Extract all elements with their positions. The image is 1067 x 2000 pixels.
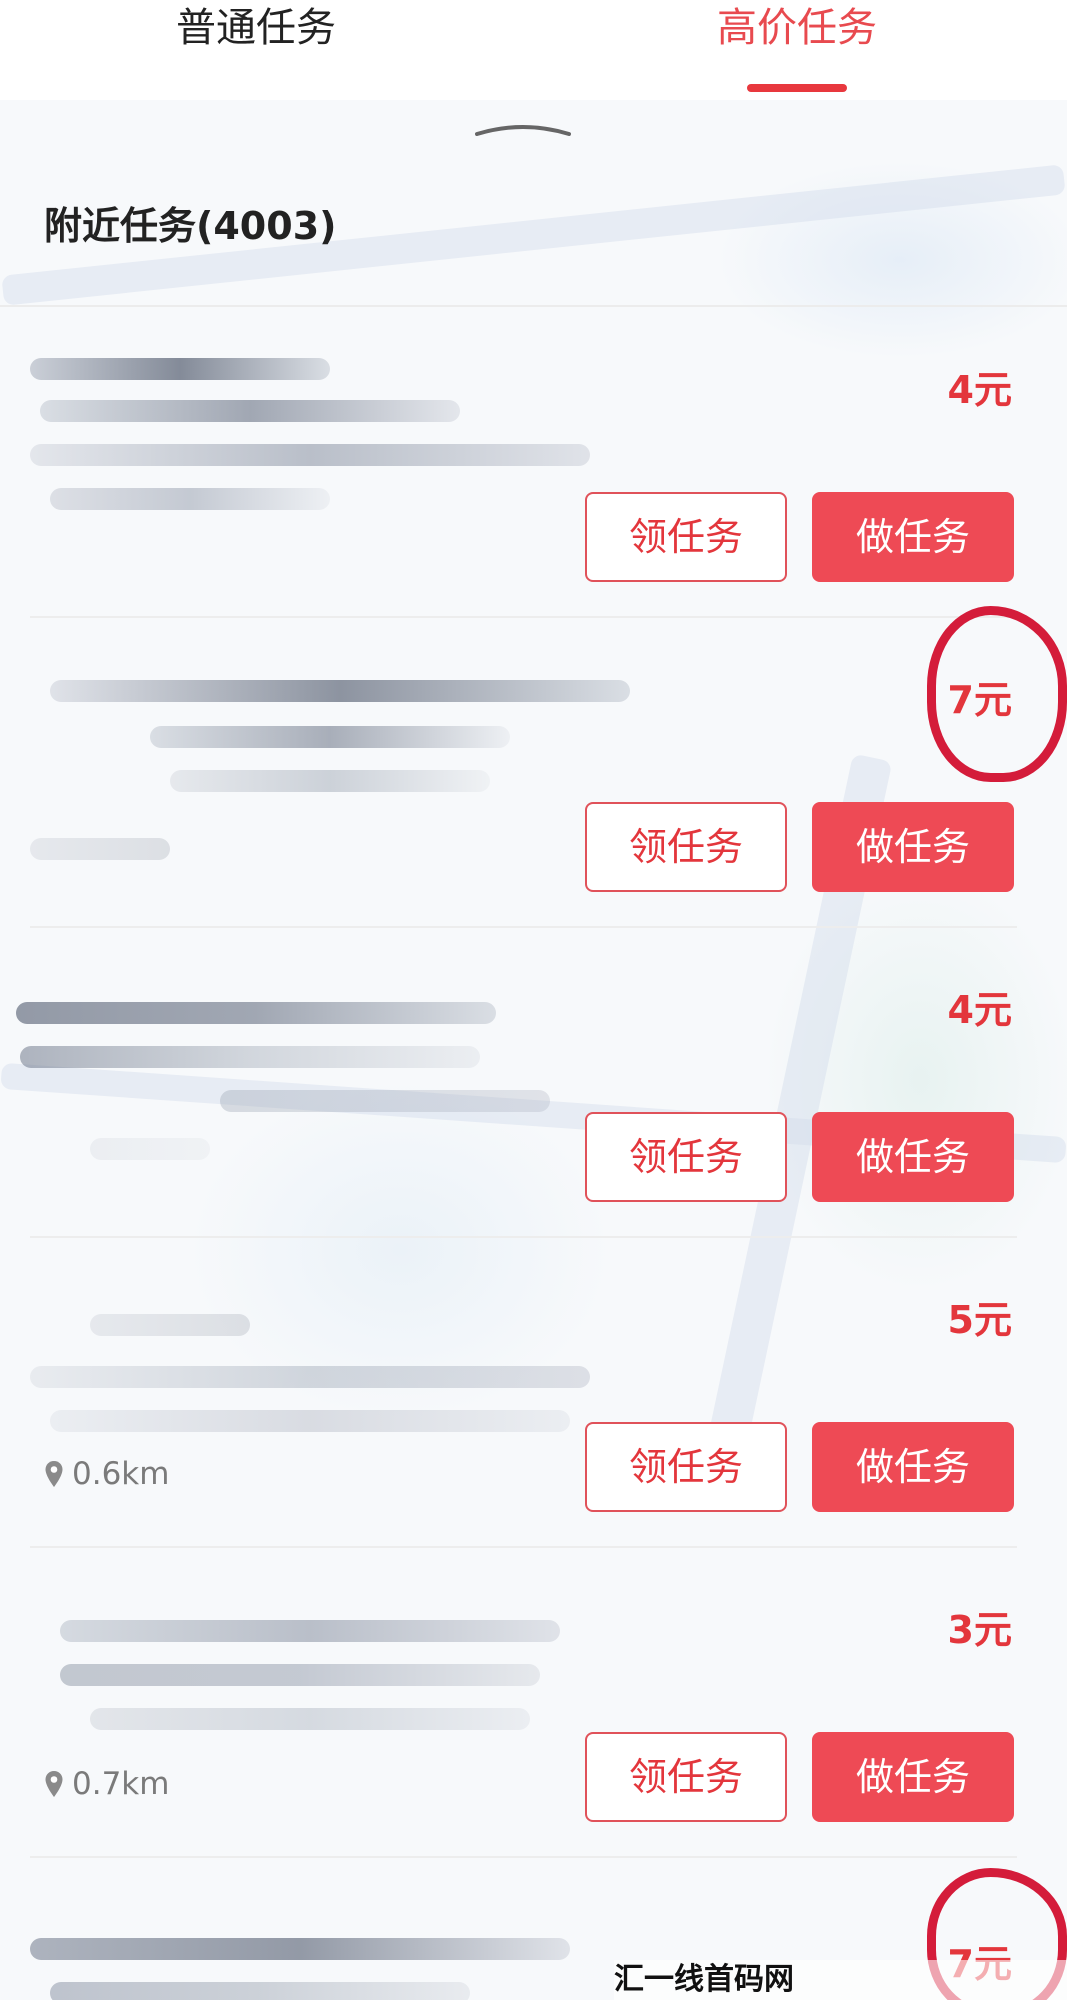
- distance-value: 0.7km: [72, 1766, 170, 1802]
- header-divider: [0, 305, 1067, 307]
- card-divider: [30, 1856, 1017, 1858]
- redacted-task-info: [30, 340, 630, 540]
- card-divider: [30, 1546, 1017, 1548]
- card-divider: [30, 1236, 1017, 1238]
- do-task-button[interactable]: 做任务: [812, 1732, 1014, 1822]
- distance-value: 0.6km: [72, 1456, 170, 1492]
- card-divider: [30, 616, 1017, 618]
- claim-task-button[interactable]: 领任务: [585, 492, 787, 582]
- task-price: 5元: [947, 1298, 1012, 1342]
- active-tab-indicator: [747, 84, 847, 92]
- claim-task-button[interactable]: 领任务: [585, 1112, 787, 1202]
- claim-task-button[interactable]: 领任务: [585, 1732, 787, 1822]
- task-price: 4元: [947, 988, 1012, 1032]
- redacted-task-info: [16, 960, 630, 1160]
- task-list-screen: 普通任务 高价任务 附近任务(4003) 4元 领任务 做任务 7元 领任务 做…: [0, 0, 1067, 2000]
- task-card: 4元 领任务 做任务: [0, 310, 1067, 618]
- task-distance: 0.6km: [44, 1454, 169, 1494]
- task-card: 5元 0.6km 领任务 做任务: [0, 1240, 1067, 1548]
- claim-task-button[interactable]: 领任务: [585, 1422, 787, 1512]
- task-price: 4元: [947, 368, 1012, 412]
- task-card: 7元 领任务 做任务: [0, 606, 1067, 928]
- tab-high-price-tasks[interactable]: 高价任务: [647, 2, 947, 54]
- do-task-button[interactable]: 做任务: [812, 492, 1014, 582]
- chevron-up-handle-icon[interactable]: [475, 124, 571, 136]
- do-task-button[interactable]: 做任务: [812, 1112, 1014, 1202]
- red-circle-annotation: [927, 606, 1067, 782]
- claim-task-button[interactable]: 领任务: [585, 802, 787, 892]
- nearby-tasks-title: 附近任务(4003): [44, 204, 337, 248]
- task-card: 3元 0.7km 领任务 做任务: [0, 1550, 1067, 1858]
- do-task-button[interactable]: 做任务: [812, 802, 1014, 892]
- watermark-text: 汇一线首码网 www.huiyixian.com: [614, 1960, 1067, 2000]
- task-distance: 0.7km: [44, 1764, 169, 1804]
- redacted-task-info: [30, 650, 630, 860]
- tab-normal-tasks[interactable]: 普通任务: [106, 2, 406, 54]
- location-pin-icon: [45, 1771, 63, 1797]
- card-divider: [30, 926, 1017, 928]
- redacted-task-info: [30, 1270, 630, 1470]
- location-pin-icon: [45, 1461, 63, 1487]
- redacted-task-info: [30, 1580, 630, 1780]
- redacted-task-info: [30, 1890, 630, 2000]
- do-task-button[interactable]: 做任务: [812, 1422, 1014, 1512]
- task-price: 3元: [947, 1608, 1012, 1652]
- task-card: 4元 领任务 做任务: [0, 930, 1067, 1238]
- tab-bar: 普通任务 高价任务: [0, 0, 1067, 100]
